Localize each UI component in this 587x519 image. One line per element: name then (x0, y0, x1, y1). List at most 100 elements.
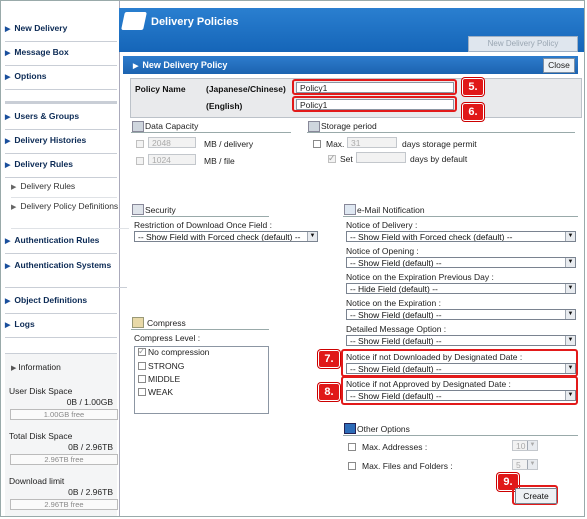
sidebar-item-label: Delivery Policy Definitions (20, 201, 119, 211)
data-capacity-title: Data Capacity (145, 121, 199, 131)
storage-icon (308, 121, 320, 132)
sidebar-subitem-delivery-policy-definitions[interactable]: ▶ Delivery Policy Definitions (11, 200, 129, 229)
sidebar-item-label: Options (14, 71, 47, 81)
not-approved-select[interactable]: -- Show Field (default) -- ▼ (346, 390, 576, 401)
storage-set-input[interactable] (356, 152, 406, 163)
policy-name-english-input[interactable]: Policy1 (296, 99, 454, 110)
per-delivery-input[interactable]: 2048 (148, 137, 196, 148)
sidebar-item-delivery-rules[interactable]: ▶ Delivery Rules (5, 159, 117, 178)
sidebar-item-authentication-rules[interactable]: ▶ Authentication Rules (5, 235, 117, 254)
chevron-right-icon: ▶ (5, 26, 11, 33)
panel-title: ▶ New Delivery Policy (133, 60, 228, 70)
section-divider (131, 132, 291, 133)
max-files-checkbox[interactable] (348, 462, 356, 470)
sidebar-item-label: New Delivery (14, 23, 68, 33)
user-disk-free: 1.00GB free (10, 409, 118, 420)
not-downloaded-select[interactable]: -- Show Field (default) -- ▼ (346, 363, 576, 374)
step-badge: 8. (318, 383, 340, 401)
app-logo-icon (121, 12, 147, 30)
middle-checkbox[interactable] (138, 375, 146, 383)
max-addresses-select[interactable]: 10 ▼ (512, 440, 538, 451)
strong-label: STRONG (148, 361, 185, 371)
sidebar-item-users-groups[interactable]: ▶ Users & Groups (5, 111, 117, 130)
sidebar-subitem-delivery-rules[interactable]: ▶ Delivery Rules (11, 181, 117, 198)
storage-max-input[interactable]: 31 (347, 137, 397, 148)
sidebar-item-label: Authentication Rules (14, 235, 100, 245)
section-divider (343, 216, 578, 217)
storage-set-unit: days by default (410, 154, 468, 164)
restriction-select[interactable]: -- Show Field with Forced check (default… (134, 231, 318, 242)
step-badge: 6. (462, 103, 484, 121)
sidebar-item-message-box[interactable]: ▶ Message Box (5, 47, 117, 66)
per-delivery-checkbox[interactable] (136, 140, 144, 148)
per-file-checkbox[interactable] (136, 157, 144, 165)
sidebar-item-label: Delivery Rules (14, 159, 73, 169)
max-files-select[interactable]: 5 ▼ (512, 459, 538, 470)
security-title: Security (145, 205, 176, 215)
per-file-input[interactable]: 1024 (148, 154, 196, 165)
download-limit-label: Download limit (9, 476, 65, 486)
chevron-down-icon: ▼ (565, 310, 575, 319)
chevron-down-icon: ▼ (565, 336, 575, 345)
storage-max-checkbox[interactable] (313, 140, 321, 148)
no-compression-checkbox[interactable] (138, 346, 146, 357)
max-addresses-checkbox[interactable] (348, 443, 356, 451)
notice-expiration-label: Notice on the Expiration : (346, 298, 441, 308)
information-panel: ▶ Information User Disk Space 0B / 1.00G… (5, 353, 118, 516)
sidebar-item-authentication-systems[interactable]: ▶ Authentication Systems (5, 259, 127, 288)
chevron-right-icon: ▶ (11, 204, 17, 211)
notice-expiration-prev-select[interactable]: -- Hide Field (default) -- ▼ (346, 283, 576, 294)
sidebar-divider (5, 101, 117, 104)
detailed-message-label: Detailed Message Option : (346, 324, 447, 334)
chevron-right-icon: ▶ (5, 298, 11, 305)
close-button[interactable]: Close (543, 58, 575, 73)
chevron-right-icon: ▶ (11, 184, 17, 191)
chevron-right-icon: ▶ (5, 263, 11, 270)
chevron-right-icon: ▶ (5, 50, 11, 57)
notice-delivery-label: Notice of Delivery : (346, 220, 418, 230)
strong-checkbox[interactable] (138, 362, 146, 370)
not-approved-label: Notice if not Approved by Designated Dat… (346, 379, 511, 389)
sidebar-item-object-definitions[interactable]: ▶ Object Definitions (5, 295, 117, 314)
sidebar-item-new-delivery[interactable]: ▶ New Delivery (5, 23, 117, 42)
chevron-down-icon: ▼ (527, 441, 537, 450)
sidebar-item-options[interactable]: ▶ Options (5, 71, 117, 90)
chevron-down-icon: ▼ (307, 232, 317, 241)
chevron-right-icon: ▶ (5, 138, 11, 145)
sidebar-item-logs[interactable]: ▶ Logs (5, 319, 117, 338)
chevron-right-icon: ▶ (133, 63, 139, 70)
policy-name-japanese-input[interactable]: Policy1 (296, 82, 454, 93)
sidebar-item-label: Delivery Rules (20, 181, 76, 191)
storage-max-unit: days storage permit (402, 139, 477, 149)
information-title: ▶ Information (11, 362, 61, 372)
storage-set-checkbox[interactable] (328, 153, 336, 164)
total-disk-label: Total Disk Space (9, 431, 73, 441)
weak-checkbox[interactable] (138, 388, 146, 396)
page-header: Delivery Policies New Delivery Policy (119, 8, 584, 52)
new-delivery-policy-button[interactable]: New Delivery Policy (468, 36, 578, 52)
sidebar-item-delivery-histories[interactable]: ▶ Delivery Histories (5, 135, 117, 154)
security-icon (132, 204, 144, 215)
other-options-icon (344, 423, 356, 434)
notice-opening-select[interactable]: -- Show Field (default) -- ▼ (346, 257, 576, 268)
chevron-down-icon: ▼ (527, 460, 537, 469)
chevron-right-icon: ▶ (5, 162, 11, 169)
max-addresses-label: Max. Addresses : (362, 442, 428, 452)
chevron-down-icon: ▼ (565, 232, 575, 241)
page-title: Delivery Policies (151, 16, 239, 28)
create-button[interactable]: Create (515, 488, 557, 504)
storage-period-title: Storage period (321, 121, 377, 131)
notice-expiration-select[interactable]: -- Show Field (default) -- ▼ (346, 309, 576, 320)
sidebar-item-label: Authentication Systems (14, 260, 112, 270)
per-file-unit: MB / file (204, 156, 235, 166)
notice-delivery-select[interactable]: -- Show Field with Forced check (default… (346, 231, 576, 242)
compress-icon (132, 317, 144, 328)
download-limit-value: 0B / 2.96TB (68, 487, 113, 497)
chevron-right-icon: ▶ (5, 74, 11, 81)
user-disk-value: 0B / 1.00GB (66, 397, 113, 407)
policy-name-label: Policy Name (135, 84, 186, 94)
detailed-message-select[interactable]: -- Show Field (default) -- ▼ (346, 335, 576, 346)
total-disk-free: 2.96TB free (10, 454, 118, 465)
sidebar-item-label: Object Definitions (14, 295, 88, 305)
per-delivery-unit: MB / delivery (204, 139, 254, 149)
